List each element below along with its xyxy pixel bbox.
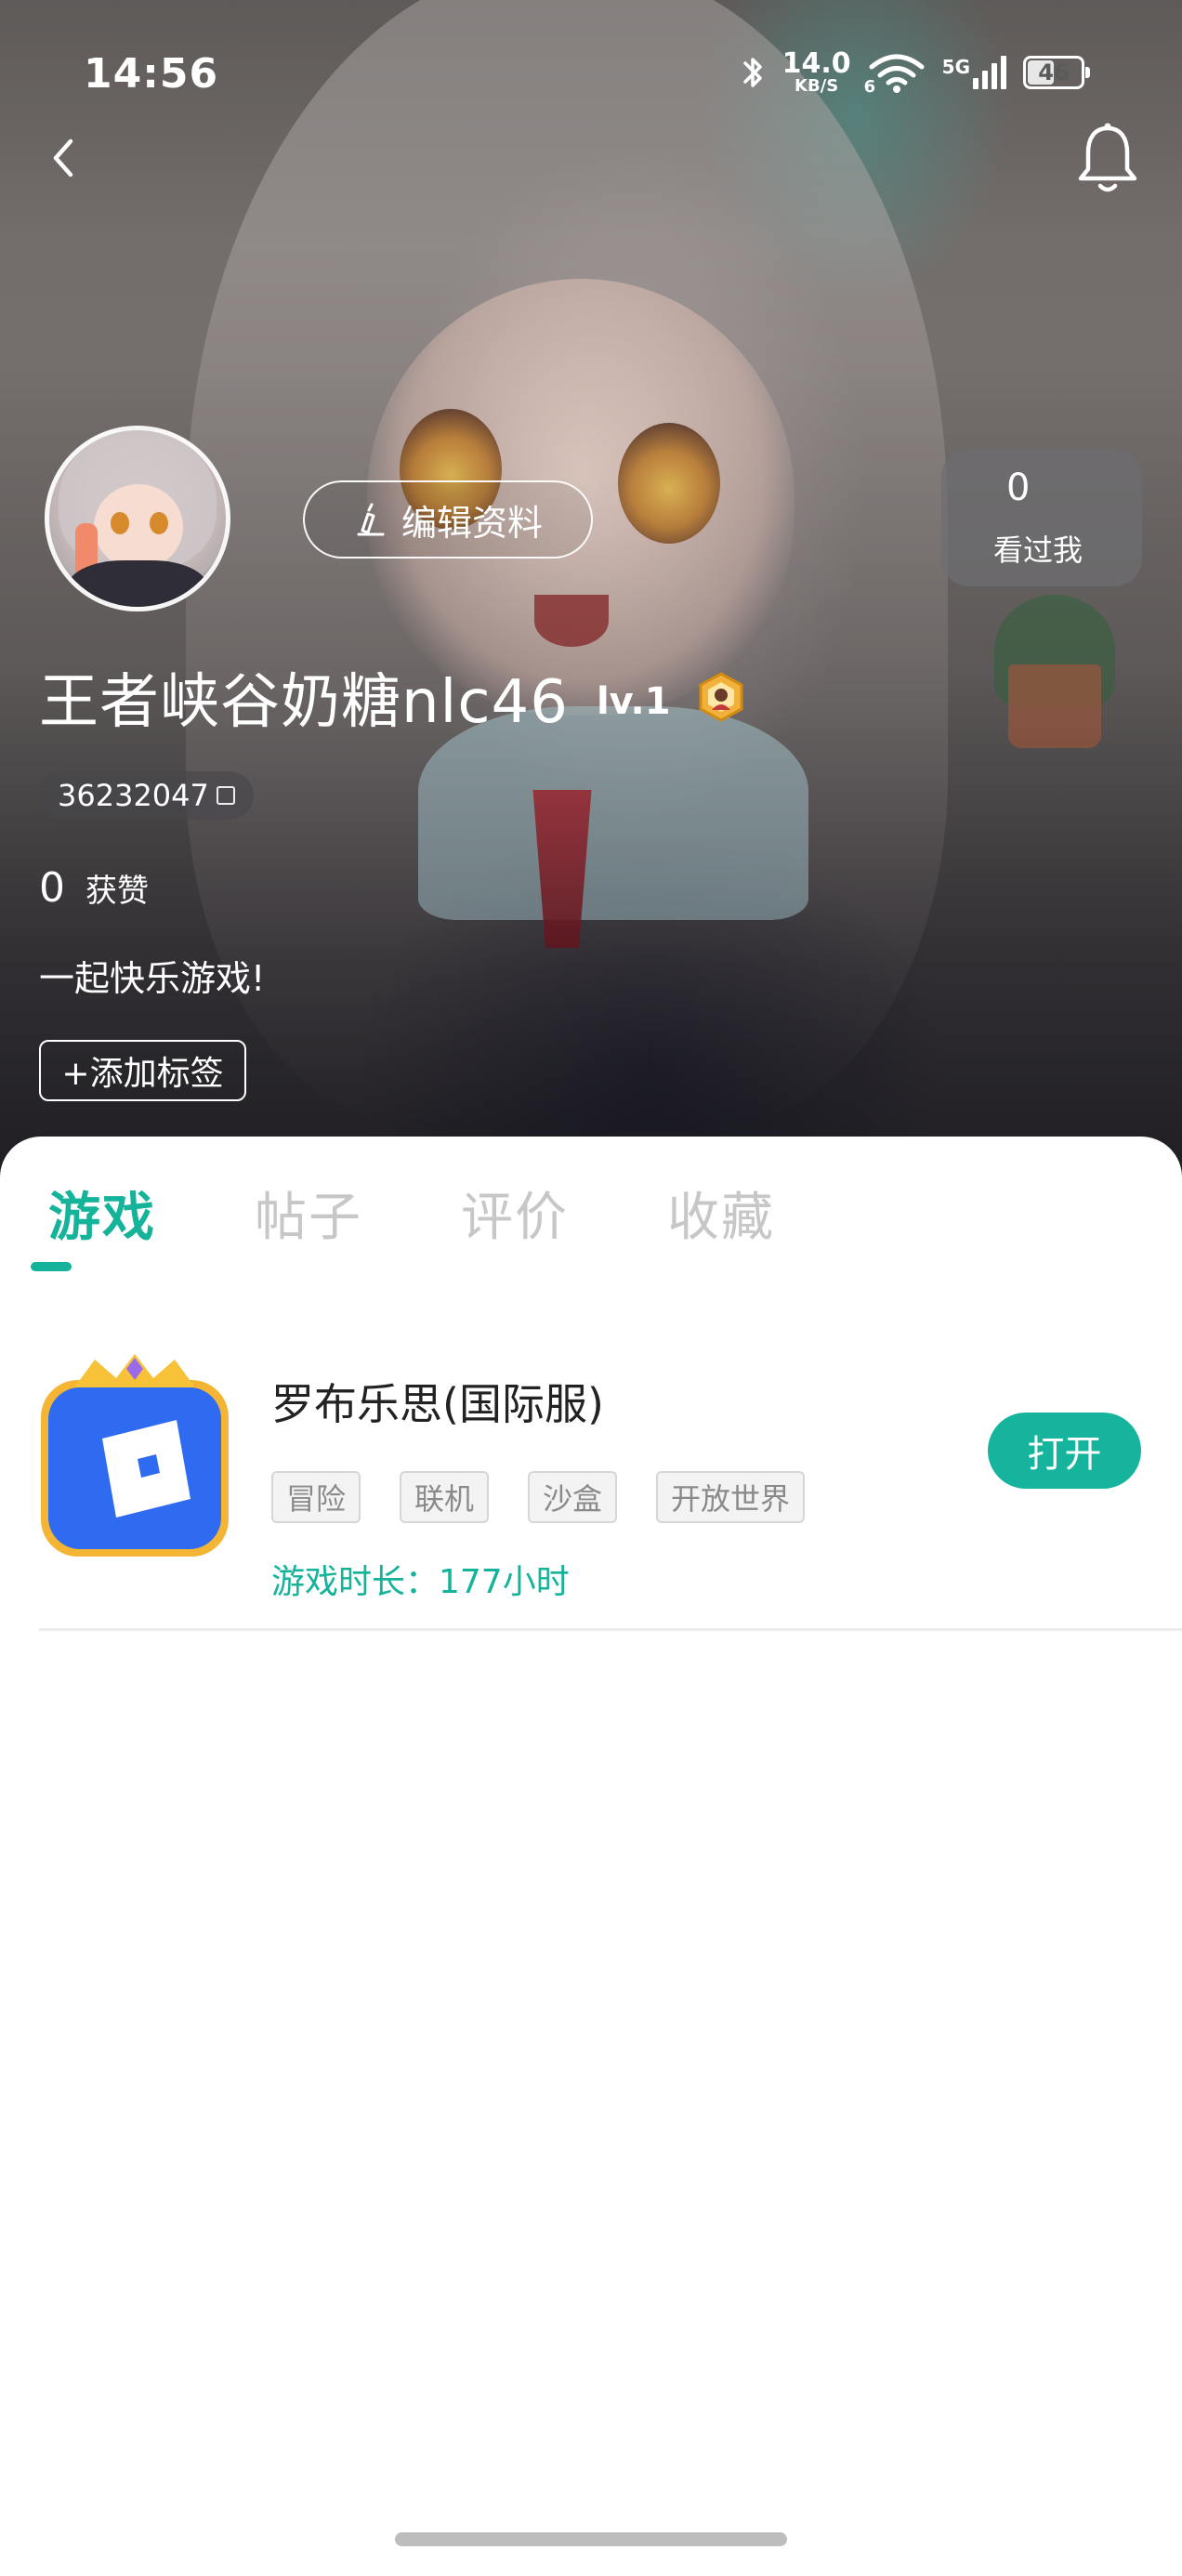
divider	[39, 1628, 1182, 1631]
edit-profile-label: 编辑资料	[401, 502, 543, 544]
likes-label: 获赞	[85, 873, 149, 910]
visitors-card[interactable]: 0 看过我	[941, 449, 1142, 586]
game-tag: 联机	[400, 1471, 490, 1523]
wifi-badge: 6	[863, 77, 876, 97]
cellular-signal-icon: 5G	[942, 56, 1006, 89]
status-bar: 14:56 14.0 KB/S 6 5G 46	[0, 37, 1182, 121]
user-id: 36232047	[58, 778, 209, 813]
battery-percent: 46	[1038, 59, 1070, 85]
bio-text: 一起快乐游戏!	[39, 958, 266, 999]
level-label: lv.1	[596, 680, 671, 723]
wifi-icon: 6	[864, 52, 926, 97]
list-item[interactable]: 罗布乐思(国际服) 冒险 联机 沙盒 开放世界 游戏时长：177小时 打开	[0, 1322, 1182, 1629]
likes-count: 0	[39, 864, 65, 912]
tab-bar: 游戏 帖子 评价 收藏	[48, 1176, 775, 1251]
username: 王者峡谷奶糖nlc46	[39, 668, 569, 737]
level-badge-icon[interactable]	[695, 671, 747, 723]
content-sheet: 游戏 帖子 评价 收藏 罗布乐思(国际服) 冒险 联机 沙盒 开放世界 游戏时长…	[0, 1137, 1182, 2576]
chevron-left-icon	[53, 138, 73, 177]
tab-favorites[interactable]: 收藏	[667, 1176, 775, 1251]
open-game-button[interactable]: 打开	[988, 1413, 1141, 1489]
tab-posts[interactable]: 帖子	[255, 1176, 362, 1251]
network-speed: 14.0 KB/S	[782, 50, 851, 95]
back-button[interactable]	[39, 130, 95, 186]
game-tags: 冒险 联机 沙盒 开放世界	[271, 1471, 806, 1523]
game-playtime: 游戏时长：177小时	[271, 1563, 570, 1601]
home-indicator[interactable]	[395, 2532, 787, 2546]
game-title: 罗布乐思(国际服)	[271, 1379, 604, 1429]
game-tag: 开放世界	[656, 1471, 806, 1523]
status-time: 14:56	[84, 50, 219, 98]
battery-icon: 46	[1023, 56, 1090, 89]
network-speed-value: 14.0	[781, 47, 851, 80]
network-speed-unit: KB/S	[795, 76, 839, 96]
game-tag: 沙盒	[528, 1471, 618, 1523]
status-icons: 14.0 KB/S 6 5G 46	[740, 50, 1090, 97]
tab-reviews[interactable]: 评价	[461, 1176, 569, 1251]
copy-icon	[216, 786, 235, 805]
user-id-chip[interactable]: 36232047	[39, 771, 254, 820]
bell-icon	[1078, 123, 1137, 192]
likes-stat: 0 获赞	[39, 864, 149, 912]
bluetooth-icon	[742, 58, 762, 87]
username-row: 王者峡谷奶糖nlc46 lv.1	[39, 655, 747, 739]
tab-games[interactable]: 游戏	[48, 1176, 156, 1251]
game-tag: 冒险	[271, 1471, 361, 1523]
cellular-label: 5G	[941, 56, 970, 78]
pen-icon	[357, 503, 385, 536]
visitors-count: 0	[1006, 467, 1031, 509]
roblox-app-icon[interactable]	[37, 1350, 232, 1559]
avatar[interactable]	[45, 426, 230, 611]
visitors-label: 看过我	[993, 532, 1084, 568]
edit-profile-button[interactable]: 编辑资料	[303, 480, 593, 559]
tab-active-indicator	[31, 1262, 72, 1271]
add-tag-button[interactable]: +添加标签	[39, 1040, 246, 1101]
notifications-button[interactable]	[1073, 121, 1142, 195]
